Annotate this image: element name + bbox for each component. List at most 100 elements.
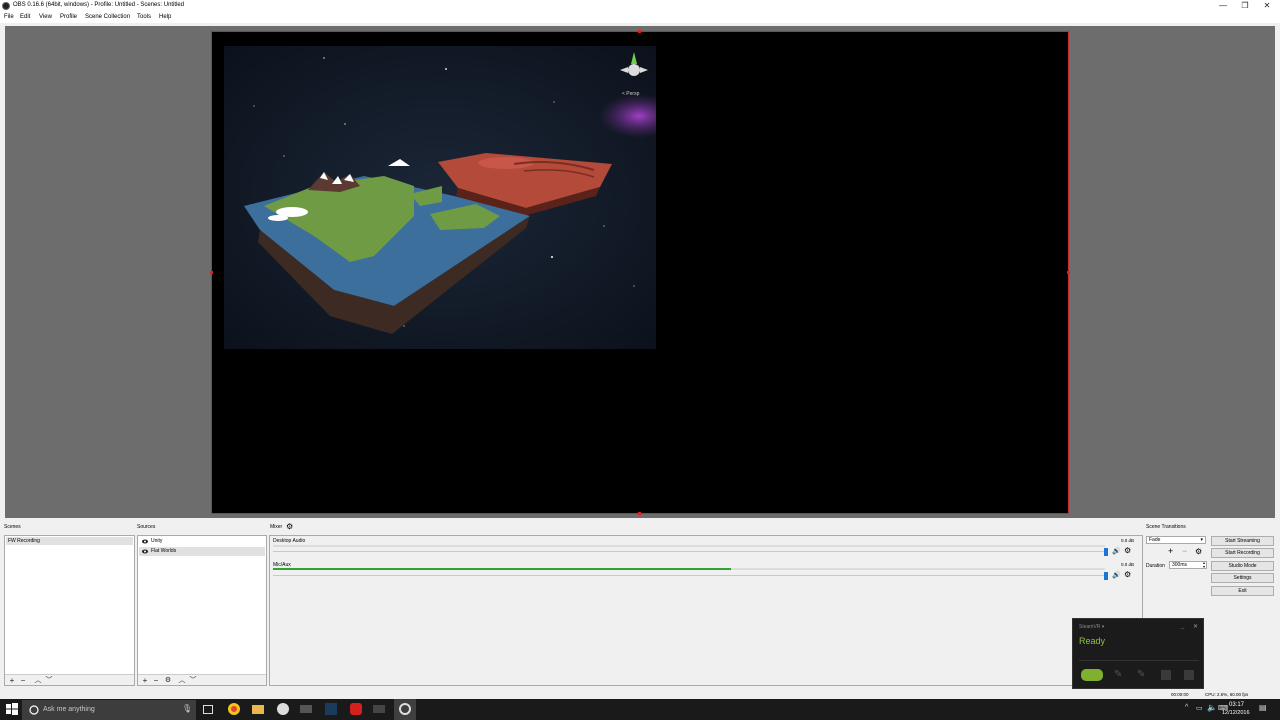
file-explorer-icon[interactable] [252, 705, 264, 714]
resize-handle-top[interactable] [638, 30, 641, 33]
remove-scene-icon[interactable]: − [18, 675, 28, 686]
record-time: 00:00:00 [1171, 692, 1189, 697]
window-title: OBS 0.16.6 (64bit, windows) - Profile: U… [13, 2, 185, 8]
steamvr-window: SteamVR ▾ _ ✕ Ready ✎ ✎ [1072, 618, 1204, 689]
steamvr-status: Ready [1079, 636, 1106, 646]
menu-bar: File Edit View Profile Scene Collection … [0, 12, 1280, 23]
move-up-icon[interactable]: ︿ [177, 675, 187, 686]
obs-icon [399, 703, 411, 715]
menu-scene-collection[interactable]: Scene Collection [85, 14, 130, 20]
steamvr-close-icon[interactable]: ✕ [1193, 623, 1198, 630]
desktop-audio-speaker-icon[interactable]: 🔊 [1112, 547, 1121, 555]
steam-icon[interactable] [325, 703, 337, 715]
remove-transition-icon[interactable]: − [1182, 546, 1187, 556]
obs-taskbar-button[interactable] [394, 699, 416, 720]
title-bar: OBS 0.16.6 (64bit, windows) - Profile: U… [0, 0, 1280, 12]
add-source-icon[interactable]: + [140, 675, 150, 686]
clock-date[interactable]: 12/12/2016 [1222, 710, 1250, 716]
controller-1-icon[interactable]: ✎ [1114, 669, 1122, 680]
mic-aux-meter [273, 568, 1105, 570]
spin-arrows-icon[interactable]: ▴ ▾ [1203, 561, 1205, 569]
steamvr-minimize-icon[interactable]: _ [1181, 623, 1184, 629]
maximize-button[interactable]: ❐ [1234, 0, 1256, 12]
resize-handle-bottom[interactable] [638, 512, 641, 515]
microphone-icon[interactable]: 🎙 [182, 704, 192, 713]
move-up-icon[interactable]: ︿ [33, 675, 43, 686]
minimize-button[interactable]: — [1212, 0, 1234, 12]
cortana-search-box[interactable]: Ask me anything 🎙 [22, 700, 196, 720]
action-center-icon[interactable]: ▤ [1259, 703, 1267, 712]
add-scene-icon[interactable]: + [7, 675, 17, 686]
move-down-icon[interactable]: ﹀ [188, 675, 198, 686]
obs-app-icon [2, 2, 10, 10]
resize-handle-right[interactable] [1067, 271, 1070, 274]
controller-2-icon[interactable]: ✎ [1137, 669, 1145, 680]
duration-label: Duration [1146, 563, 1165, 569]
chevron-up-icon[interactable]: ^ [1185, 704, 1188, 711]
mic-aux-slider-knob[interactable] [1104, 572, 1108, 580]
settings-button[interactable]: Settings [1211, 573, 1274, 583]
mixer-gear-icon[interactable]: ⚙ [286, 522, 293, 531]
add-transition-icon[interactable]: + [1168, 546, 1173, 556]
eye-icon[interactable] [142, 539, 148, 544]
source-properties-gear-icon[interactable]: ⚙ [163, 675, 173, 686]
scenes-toolbar: + − ︿ ﹀ [5, 674, 134, 685]
app-icon[interactable] [300, 705, 312, 713]
gizmo-label: < Persp [622, 91, 640, 97]
cortana-circle-icon [29, 705, 39, 715]
close-button[interactable]: ✕ [1256, 0, 1278, 12]
transition-select[interactable]: Fade ▾ [1146, 536, 1206, 544]
source-item-unity[interactable]: Unity [139, 537, 265, 546]
start-streaming-button[interactable]: Start Streaming [1211, 536, 1274, 546]
menu-profile[interactable]: Profile [60, 14, 77, 20]
mic-aux-gear-icon[interactable]: ⚙ [1124, 570, 1131, 579]
menu-tools[interactable]: Tools [137, 14, 151, 20]
unity-icon[interactable] [277, 703, 289, 715]
audio-mixer: Desktop Audio 0.0 dB 🔊 ⚙ Mic/Aux 0.0 dB … [269, 535, 1143, 686]
sources-list: Unity Flat Worlds + − ⚙ ︿ ﹀ [137, 535, 267, 686]
menu-help[interactable]: Help [159, 14, 171, 20]
mixer-dock-label: Mixer [270, 524, 283, 530]
chrome-icon[interactable] [228, 703, 240, 715]
windows-start-icon[interactable] [6, 703, 18, 715]
sources-toolbar: + − ⚙ ︿ ﹀ [138, 674, 266, 685]
menu-file[interactable]: File [4, 14, 14, 20]
clock-time[interactable]: 03:17 [1229, 702, 1244, 708]
network-icon[interactable]: ▭ [1196, 704, 1203, 712]
volume-icon[interactable]: 🔈 [1207, 703, 1217, 712]
mic-aux-volume-slider[interactable] [273, 575, 1105, 576]
exit-button[interactable]: Exit [1211, 586, 1274, 596]
eye-icon[interactable] [142, 549, 148, 554]
studio-mode-button[interactable]: Studio Mode [1211, 561, 1274, 571]
desktop-audio-slider-knob[interactable] [1104, 548, 1108, 556]
steamvr-title[interactable]: SteamVR ▾ [1079, 624, 1104, 630]
source-item-flat-worlds[interactable]: Flat Worlds [139, 547, 265, 556]
cpu-fps: CPU: 2.6%, 60.00 fps [1205, 692, 1249, 697]
resize-handle-left[interactable] [210, 271, 213, 274]
desktop-audio-meter [273, 545, 1105, 547]
source-label: Unity [151, 538, 163, 544]
menu-view[interactable]: View [39, 14, 52, 20]
task-view-icon[interactable] [203, 705, 213, 714]
menu-edit[interactable]: Edit [20, 14, 30, 20]
scenes-dock-label: Scenes [4, 524, 21, 530]
game-capture-image: < Persp [224, 46, 656, 349]
mic-aux-speaker-icon[interactable]: 🔊 [1112, 571, 1121, 579]
move-down-icon[interactable]: ﹀ [44, 675, 54, 686]
app-red-icon[interactable] [350, 703, 362, 715]
desktop-audio-label: Desktop Audio [273, 538, 306, 544]
desktop-audio-volume-slider[interactable] [273, 551, 1105, 552]
transition-gear-icon[interactable]: ⚙ [1195, 547, 1202, 556]
status-bar: 00:00:00 CPU: 2.6%, 60.00 fps [0, 689, 1280, 699]
start-recording-button[interactable]: Start Recording [1211, 548, 1274, 558]
base-station-1-icon[interactable] [1161, 670, 1171, 680]
scenes-list: FW Recording + − ︿ ﹀ [4, 535, 135, 686]
base-station-2-icon[interactable] [1184, 670, 1194, 680]
duration-value: 300ms [1172, 562, 1188, 568]
desktop-audio-gear-icon[interactable]: ⚙ [1124, 546, 1131, 555]
remove-source-icon[interactable]: − [151, 675, 161, 686]
headset-icon[interactable] [1081, 669, 1103, 681]
duration-input[interactable]: 300ms ▴ ▾ [1169, 561, 1207, 569]
scene-item[interactable]: FW Recording [6, 537, 133, 545]
app-window-icon[interactable] [373, 705, 385, 713]
